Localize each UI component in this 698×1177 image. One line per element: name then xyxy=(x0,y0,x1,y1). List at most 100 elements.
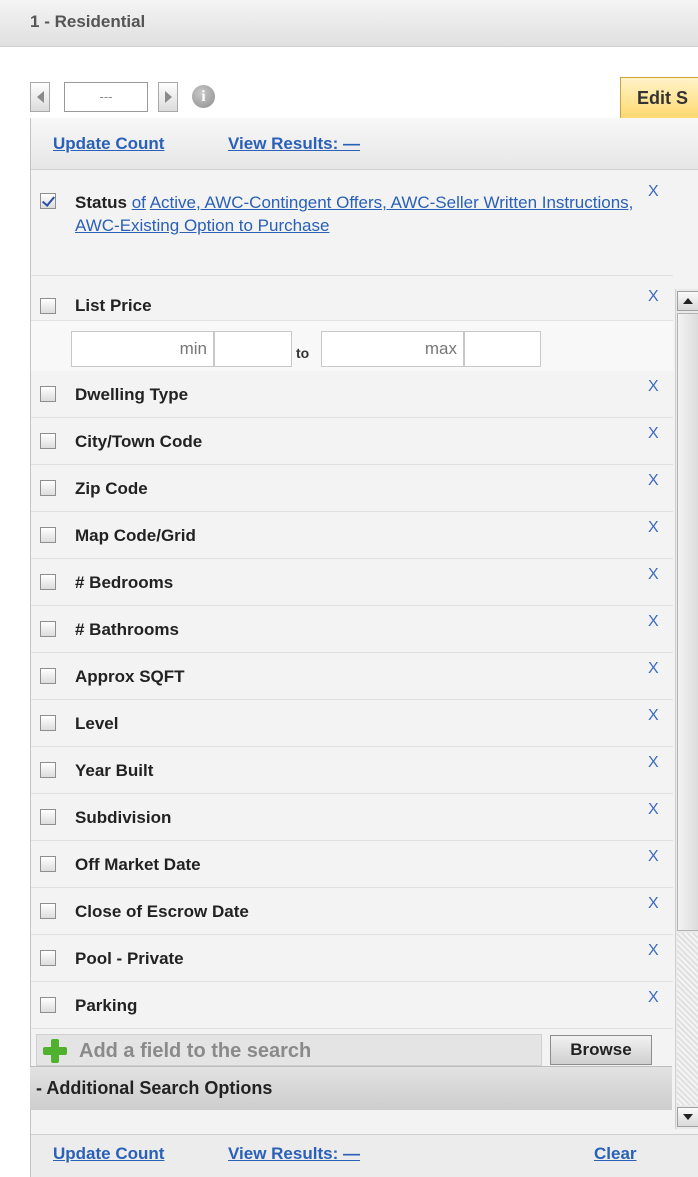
criterion-row: City/Town Code X xyxy=(31,418,673,465)
scroll-thumb[interactable] xyxy=(677,313,698,931)
field-checkbox[interactable] xyxy=(40,386,56,402)
status-checkbox[interactable] xyxy=(40,193,56,209)
field-checkbox[interactable] xyxy=(40,621,56,637)
remove-field-icon[interactable]: X xyxy=(648,754,659,772)
field-checkbox[interactable] xyxy=(40,527,56,543)
field-label: Approx SQFT xyxy=(75,667,185,686)
field-label: Close of Escrow Date xyxy=(75,902,249,921)
criterion-row: Parking X xyxy=(31,982,673,1029)
search-number: 1 xyxy=(30,12,40,31)
header-bar: 1 - Residential xyxy=(0,0,698,47)
field-checkbox[interactable] xyxy=(40,997,56,1013)
bottom-update-count-link[interactable]: Update Count xyxy=(53,1144,164,1164)
remove-field-icon[interactable]: X xyxy=(648,660,659,678)
field-checkbox[interactable] xyxy=(40,856,56,872)
remove-field-icon[interactable]: X xyxy=(648,425,659,443)
bottom-action-bar: Update Count View Results: — Clear xyxy=(31,1134,698,1177)
criterion-list-price: List Price X min to max xyxy=(31,276,673,371)
field-checkbox[interactable] xyxy=(40,433,56,449)
update-count-link[interactable]: Update Count xyxy=(53,134,164,154)
scrollbar[interactable] xyxy=(675,289,698,1129)
field-checkbox[interactable] xyxy=(40,715,56,731)
remove-field-icon[interactable]: X xyxy=(648,566,659,584)
criterion-row: Level X xyxy=(31,700,673,747)
criterion-row: Off Market Date X xyxy=(31,841,673,888)
list-price-checkbox[interactable] xyxy=(40,298,56,314)
price-max-unit-input[interactable] xyxy=(464,331,541,367)
scroll-track[interactable] xyxy=(677,933,698,1105)
status-of-link[interactable]: of xyxy=(132,193,146,212)
view-results-link[interactable]: View Results: — xyxy=(228,134,360,154)
criterion-row: # Bedrooms X xyxy=(31,559,673,606)
field-checkbox[interactable] xyxy=(40,762,56,778)
remove-field-icon[interactable]: X xyxy=(648,472,659,490)
remove-field-icon[interactable]: X xyxy=(648,942,659,960)
remove-field-icon[interactable]: X xyxy=(648,895,659,913)
remove-field-icon[interactable]: X xyxy=(648,707,659,725)
field-label: City/Town Code xyxy=(75,432,203,451)
field-checkbox[interactable] xyxy=(40,903,56,919)
field-label: Map Code/Grid xyxy=(75,526,196,545)
field-label: # Bedrooms xyxy=(75,573,174,592)
criterion-row: Close of Escrow Date X xyxy=(31,888,673,935)
criterion-row: Pool - Private X xyxy=(31,935,673,982)
page-input[interactable]: --- xyxy=(64,82,148,112)
criterion-row: # Bathrooms X xyxy=(31,606,673,653)
info-icon[interactable]: i xyxy=(192,85,215,108)
field-checkbox[interactable] xyxy=(40,574,56,590)
bottom-view-results-link[interactable]: View Results: — xyxy=(228,1144,360,1164)
remove-field-icon[interactable]: X xyxy=(648,989,659,1007)
field-label: Zip Code xyxy=(75,479,148,498)
field-checkbox[interactable] xyxy=(40,480,56,496)
remove-status-icon[interactable]: X xyxy=(648,183,659,201)
price-min-input[interactable]: min xyxy=(71,331,214,367)
add-field-bar: Add a field to the search Browse xyxy=(31,1029,673,1069)
top-action-bar: Update Count View Results: — xyxy=(31,118,698,170)
remove-list-price-icon[interactable]: X xyxy=(648,288,659,306)
add-field-placeholder: Add a field to the search xyxy=(79,1040,312,1062)
clear-link[interactable]: Clear xyxy=(594,1144,637,1164)
remove-field-icon[interactable]: X xyxy=(648,613,659,631)
criterion-row: Approx SQFT X xyxy=(31,653,673,700)
price-range: min to max xyxy=(31,320,673,371)
additional-options-label: - Additional Search Options xyxy=(36,1078,273,1098)
field-checkbox[interactable] xyxy=(40,950,56,966)
field-checkbox[interactable] xyxy=(40,668,56,684)
price-to-label: to xyxy=(296,345,310,361)
criterion-row: Year Built X xyxy=(31,747,673,794)
field-checkbox[interactable] xyxy=(40,809,56,825)
remove-field-icon[interactable]: X xyxy=(648,801,659,819)
edit-tab[interactable]: Edit S xyxy=(620,77,698,118)
remove-field-icon[interactable]: X xyxy=(648,378,659,396)
prev-button[interactable] xyxy=(30,82,50,112)
remove-field-icon[interactable]: X xyxy=(648,848,659,866)
remove-field-icon[interactable]: X xyxy=(648,519,659,537)
field-label: Off Market Date xyxy=(75,855,201,874)
criterion-row: Zip Code X xyxy=(31,465,673,512)
field-label: Dwelling Type xyxy=(75,385,189,404)
next-button[interactable] xyxy=(158,82,178,112)
scroll-up-icon[interactable] xyxy=(677,291,698,311)
additional-options-bar[interactable]: - Additional Search Options xyxy=(30,1066,672,1110)
status-text: Status of Active, AWC-Contingent Offers,… xyxy=(75,191,635,237)
field-label: Subdivision xyxy=(75,808,172,827)
list-price-label: List Price xyxy=(75,296,152,315)
search-name: - Residential xyxy=(44,12,146,31)
criterion-row: Subdivision X xyxy=(31,794,673,841)
criterion-status: Status of Active, AWC-Contingent Offers,… xyxy=(31,171,673,276)
price-min-unit-input[interactable] xyxy=(214,331,292,367)
field-label: Year Built xyxy=(75,761,154,780)
criterion-row: Map Code/Grid X xyxy=(31,512,673,559)
search-panel: Update Count View Results: — Status of A… xyxy=(30,118,698,1177)
browse-button[interactable]: Browse xyxy=(550,1035,652,1065)
field-label: # Bathrooms xyxy=(75,620,179,639)
scroll-down-icon[interactable] xyxy=(677,1107,698,1127)
arrow-right-icon xyxy=(164,91,172,103)
price-max-input[interactable]: max xyxy=(321,331,464,367)
status-values-link[interactable]: Active, AWC-Contingent Offers, AWC-Selle… xyxy=(75,193,633,235)
search-title: 1 - Residential xyxy=(30,12,145,32)
field-label: Parking xyxy=(75,996,138,1015)
criterion-row: Dwelling Type X xyxy=(31,371,673,418)
plus-icon[interactable] xyxy=(43,1039,67,1063)
status-label: Status xyxy=(75,193,127,212)
